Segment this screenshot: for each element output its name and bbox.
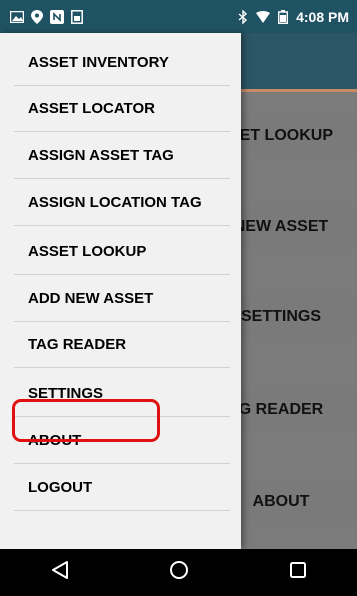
status-bar-right: 4:08 PM	[236, 9, 349, 25]
bluetooth-icon	[236, 9, 250, 24]
gallery-icon	[10, 10, 24, 24]
drawer-item-add-new-asset[interactable]: ADD NEW ASSET	[14, 276, 230, 322]
nfc-icon	[50, 9, 64, 24]
drawer-item-asset-inventory[interactable]: ASSET INVENTORY	[14, 40, 230, 86]
location-icon	[30, 9, 44, 24]
drawer-item-assign-location-tag[interactable]: ASSIGN LOCATION TAG	[14, 180, 230, 226]
status-bar-time: 4:08 PM	[296, 8, 349, 25]
drawer-item-logout[interactable]: LOGOUT	[14, 465, 230, 511]
settings-highlight-box	[12, 399, 160, 442]
recents-icon	[289, 561, 307, 584]
home-button[interactable]	[159, 553, 199, 593]
navigation-drawer: ASSET INVENTORY ASSET LOCATOR ASSIGN ASS…	[0, 33, 241, 549]
notification-icon	[70, 9, 84, 24]
drawer-item-assign-asset-tag[interactable]: ASSIGN ASSET TAG	[14, 133, 230, 179]
home-icon	[169, 560, 189, 585]
battery-icon	[276, 9, 290, 24]
back-icon	[51, 560, 69, 585]
drawer-item-tag-reader[interactable]: TAG READER	[14, 322, 230, 368]
status-bar-left	[10, 9, 84, 24]
wifi-icon	[256, 10, 271, 24]
status-bar: 4:08 PM	[0, 0, 357, 33]
system-navigation-bar	[0, 549, 357, 596]
back-button[interactable]	[40, 553, 80, 593]
recents-button[interactable]	[278, 553, 318, 593]
drawer-item-asset-lookup[interactable]: ASSET LOOKUP	[14, 229, 230, 275]
drawer-item-asset-locator[interactable]: ASSET LOCATOR	[14, 86, 230, 132]
